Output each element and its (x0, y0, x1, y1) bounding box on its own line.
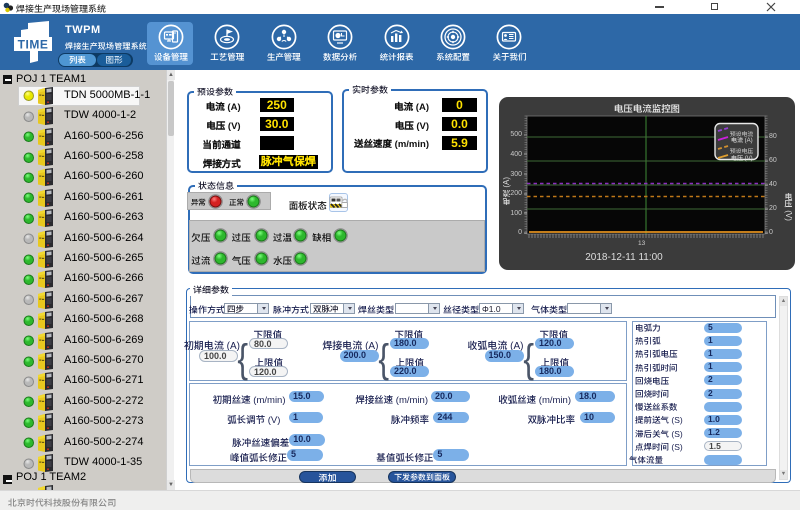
svg-text:TIME: TIME (18, 38, 49, 52)
